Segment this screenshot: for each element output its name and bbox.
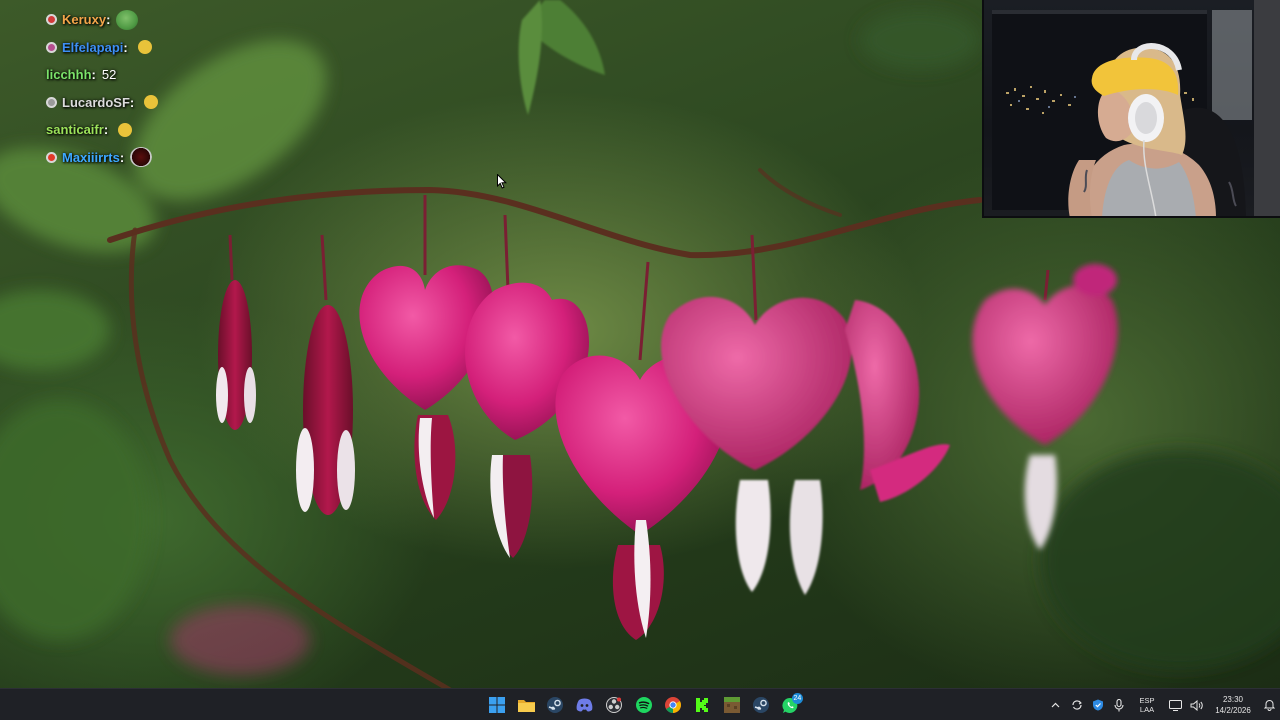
dark-orb-emote-icon bbox=[130, 147, 153, 168]
bell-icon bbox=[1264, 700, 1275, 711]
clock-button[interactable]: 23:30 14/2/2026 bbox=[1209, 694, 1257, 716]
obs-button[interactable] bbox=[600, 689, 629, 720]
show-hidden-icons-button[interactable] bbox=[1045, 689, 1066, 720]
steam-button-2[interactable] bbox=[747, 689, 776, 720]
whatsapp-notification-badge: 24 bbox=[791, 693, 804, 704]
chevron-up-icon bbox=[1051, 702, 1060, 708]
pointing-hand-emote-icon bbox=[144, 95, 159, 110]
pointing-hand-emote-icon bbox=[118, 122, 133, 137]
file-explorer-button[interactable] bbox=[511, 689, 540, 720]
minecraft-button[interactable] bbox=[717, 689, 746, 720]
kick-icon bbox=[694, 697, 711, 713]
language-code: ESP bbox=[1139, 696, 1155, 705]
language-indicator[interactable]: ESP LAA bbox=[1133, 696, 1161, 714]
discord-icon bbox=[576, 698, 593, 712]
chat-username: LucardoSF bbox=[62, 94, 130, 110]
chat-message: licchhh: 52 bbox=[46, 67, 117, 83]
system-tray: ESP LAA 23:30 14/2/2026 bbox=[1045, 689, 1280, 720]
whatsapp-button[interactable]: 24 bbox=[776, 689, 805, 720]
mouse-cursor-icon bbox=[497, 174, 507, 189]
steam-icon bbox=[753, 697, 770, 713]
start-button[interactable] bbox=[482, 689, 511, 720]
chat-message: Elfelapapi: bbox=[46, 34, 306, 62]
tray-sync-button[interactable] bbox=[1066, 689, 1087, 720]
pepe-emote-icon bbox=[116, 9, 139, 30]
keyboard-layout-code: LAA bbox=[1139, 705, 1155, 714]
user-badge-icon bbox=[46, 14, 57, 26]
discord-button[interactable] bbox=[570, 689, 599, 720]
webcam-overlay bbox=[982, 0, 1280, 218]
obs-icon bbox=[606, 697, 623, 713]
network-button[interactable] bbox=[1165, 689, 1186, 720]
volume-button[interactable] bbox=[1186, 689, 1207, 720]
speaker-icon bbox=[1190, 699, 1203, 711]
steam-icon bbox=[547, 697, 564, 713]
kick-button[interactable] bbox=[688, 689, 717, 720]
spotify-button[interactable] bbox=[629, 689, 658, 720]
tray-microphone-button[interactable] bbox=[1108, 689, 1129, 720]
folder-icon bbox=[517, 700, 535, 712]
chat-message-text: 52 bbox=[101, 67, 117, 83]
pointing-hand-emote-icon bbox=[137, 40, 152, 55]
stream-chat-overlay: Keruxy: Elfelapapi: licchhh: 52 LucardoS… bbox=[46, 6, 306, 171]
chat-username: licchhh bbox=[46, 67, 92, 83]
chat-username: santicaifr bbox=[46, 122, 104, 138]
notifications-button[interactable] bbox=[1259, 689, 1280, 720]
steam-button[interactable] bbox=[541, 689, 570, 720]
windows-logo-icon bbox=[488, 697, 505, 713]
chat-username: Keruxy bbox=[62, 12, 107, 28]
taskbar-apps: 24 bbox=[482, 689, 805, 720]
chrome-button[interactable] bbox=[658, 689, 687, 720]
chrome-icon bbox=[665, 697, 682, 713]
network-monitor-icon bbox=[1169, 699, 1182, 711]
shield-icon bbox=[1092, 699, 1103, 711]
clock-date: 14/2/2026 bbox=[1215, 706, 1251, 715]
chat-username: Maxiiirrts bbox=[62, 149, 120, 165]
tray-security-button[interactable] bbox=[1087, 689, 1108, 720]
chat-username: Elfelapapi bbox=[62, 39, 124, 55]
windows-taskbar: 24 ESP LAA 23:30 14/2/2026 bbox=[0, 688, 1280, 720]
chat-message: Maxiiirrts: bbox=[46, 144, 306, 172]
minecraft-icon bbox=[723, 697, 740, 713]
microphone-icon bbox=[1113, 698, 1124, 711]
clock-time: 23:30 bbox=[1222, 695, 1244, 704]
sync-icon bbox=[1071, 700, 1082, 710]
spotify-icon bbox=[635, 697, 652, 713]
user-badge-icon bbox=[46, 96, 57, 108]
chat-message: santicaifr: bbox=[46, 116, 306, 144]
user-badge-icon bbox=[46, 41, 57, 53]
chat-message: LucardoSF: bbox=[46, 89, 306, 117]
user-badge-icon bbox=[46, 151, 57, 163]
chat-message: Keruxy: bbox=[46, 6, 306, 34]
streamer-webcam-feed bbox=[992, 0, 1280, 216]
